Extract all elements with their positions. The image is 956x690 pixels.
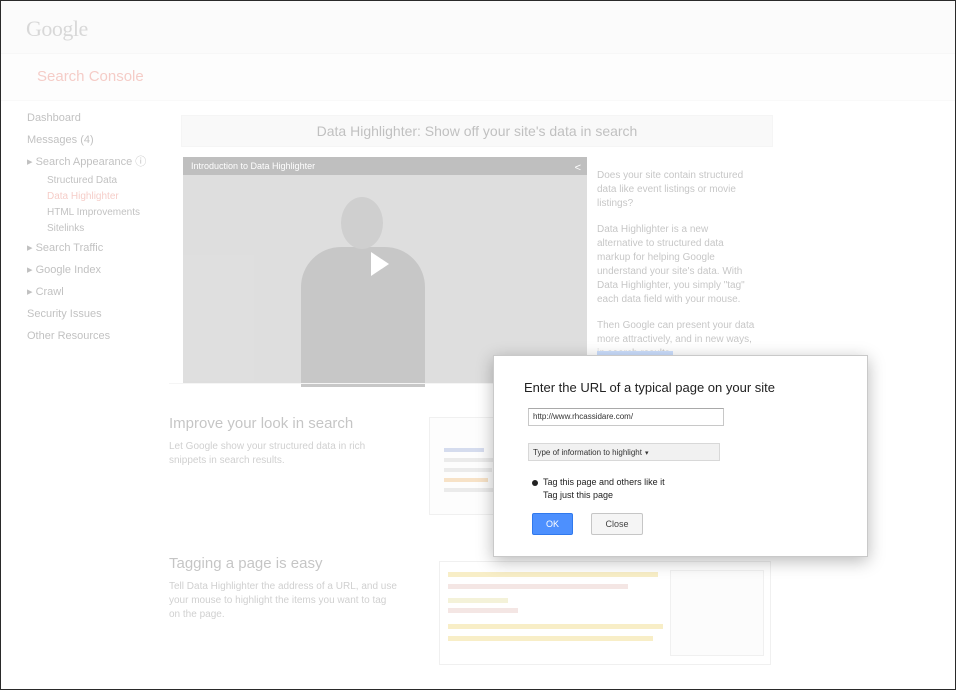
presenter-head xyxy=(341,197,383,249)
highlight-line xyxy=(448,636,653,641)
video-title-text: Introduction to Data Highlighter xyxy=(191,161,316,171)
intro-paragraph: Data Highlighter is a new alternative to… xyxy=(597,224,745,305)
sidebar-item-search-appearance[interactable]: ▸ Search Appearance ⓘ xyxy=(27,151,157,173)
info-type-select[interactable]: Type of information to highlight ▾ xyxy=(528,443,720,461)
thumbnail-line xyxy=(444,488,494,492)
section-title: Tagging a page is easy xyxy=(169,555,323,572)
presenter-torso xyxy=(301,247,425,387)
hero-title: Data Highlighter: Show off your site's d… xyxy=(181,115,773,147)
thumbnail-line xyxy=(444,478,488,482)
section-tagging: Tagging a page is easy Tell Data Highlig… xyxy=(169,555,399,622)
page-url-input[interactable] xyxy=(528,408,724,426)
tagging-thumbnail xyxy=(439,561,771,665)
radio-unselected-icon xyxy=(532,493,538,499)
sidebar-item-data-highlighter[interactable]: Data Highlighter xyxy=(27,189,157,205)
product-title[interactable]: Search Console xyxy=(37,68,144,85)
close-button[interactable]: Close xyxy=(591,513,643,535)
highlight-line xyxy=(448,624,663,629)
sidebar-item-crawl[interactable]: ▸ Crawl xyxy=(27,281,157,303)
section-body: Tell Data Highlighter the address of a U… xyxy=(169,581,397,620)
radio-label: Tag this page and others like it xyxy=(543,477,665,487)
section-body: Let Google show your structured data in … xyxy=(169,441,366,466)
background-page: Google Search Console Dashboard Messages… xyxy=(1,1,955,689)
thumbnail-line xyxy=(444,448,484,452)
video-title: Introduction to Data Highlighter < xyxy=(183,157,587,175)
ok-button[interactable]: OK xyxy=(532,513,573,535)
presenter-image xyxy=(293,197,433,387)
share-icon[interactable]: < xyxy=(575,159,581,177)
play-icon[interactable] xyxy=(371,252,389,276)
sidebar: Dashboard Messages (4) ▸ Search Appearan… xyxy=(27,107,157,347)
intro-paragraph: Does your site contain structured data l… xyxy=(597,170,744,209)
sidebar-item-search-traffic[interactable]: ▸ Search Traffic xyxy=(27,237,157,259)
sidebar-item-sitelinks[interactable]: Sitelinks xyxy=(27,221,157,237)
radio-label: Tag just this page xyxy=(543,490,614,500)
sidebar-item-other-resources[interactable]: Other Resources xyxy=(27,325,157,347)
sidebar-item-structured-data[interactable]: Structured Data xyxy=(27,173,157,189)
section-improve-look: Improve your look in search Let Google s… xyxy=(169,415,389,468)
sidebar-item-security-issues[interactable]: Security Issues xyxy=(27,303,157,325)
sidebar-item-dashboard[interactable]: Dashboard xyxy=(27,107,157,129)
radio-tag-this-page[interactable]: Tag just this page xyxy=(532,489,613,501)
enter-url-dialog: Enter the URL of a typical page on your … xyxy=(493,355,868,557)
intro-text: Does your site contain structured data l… xyxy=(597,169,757,373)
sidebar-item-messages[interactable]: Messages (4) xyxy=(27,129,157,151)
browser-frame: Google Search Console Dashboard Messages… xyxy=(0,0,956,690)
top-bar: Google xyxy=(1,1,955,54)
sidebar-item-google-index[interactable]: ▸ Google Index xyxy=(27,259,157,281)
highlight-line xyxy=(448,608,518,613)
intro-video[interactable]: Introduction to Data Highlighter < xyxy=(183,157,587,387)
radio-tag-similar-pages[interactable]: Tag this page and others like it xyxy=(532,476,665,488)
product-bar xyxy=(1,54,955,101)
google-logo[interactable]: Google xyxy=(26,16,88,42)
section-title: Improve your look in search xyxy=(169,415,354,432)
sidebar-item-html-improvements[interactable]: HTML Improvements xyxy=(27,205,157,221)
dialog-title: Enter the URL of a typical page on your … xyxy=(524,380,775,395)
radio-selected-icon xyxy=(532,479,538,486)
thumbnail-line xyxy=(444,468,492,472)
info-type-select-label: Type of information to highlight xyxy=(533,448,642,457)
highlight-line xyxy=(448,598,508,603)
thumbnail-line xyxy=(444,458,496,462)
chevron-down-icon: ▾ xyxy=(644,450,649,457)
highlight-line xyxy=(448,584,628,589)
highlight-line xyxy=(448,572,658,577)
tag-panel xyxy=(670,570,764,656)
